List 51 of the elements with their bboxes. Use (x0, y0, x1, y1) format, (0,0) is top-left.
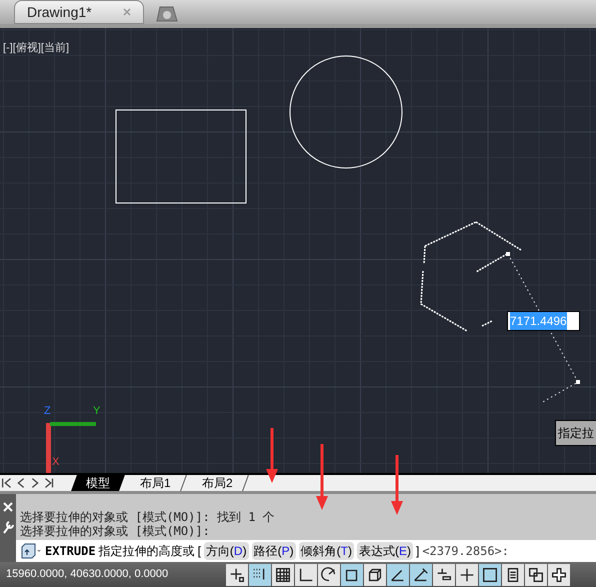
command-option[interactable]: 路径(P) (252, 542, 296, 560)
polar-icon (320, 566, 338, 584)
coordinates: 15960.0000, 40630.0000, 0.0000 (5, 567, 170, 582)
annotation-arrow (266, 428, 278, 483)
status-toggle[interactable] (272, 564, 294, 586)
status-toggle[interactable] (410, 564, 432, 586)
status-toggle[interactable] (502, 564, 524, 586)
status-toggle[interactable] (364, 564, 386, 586)
grip-point (576, 380, 580, 384)
command-option[interactable]: 倾斜角(T) (298, 542, 354, 560)
status-toggle[interactable] (295, 564, 317, 586)
new-tab-icon[interactable] (156, 6, 178, 22)
command-option[interactable]: 方向(D) (204, 542, 249, 560)
layout-tab[interactable]: 模型 (71, 475, 125, 491)
command-prompt: 指定拉伸的高度或 (98, 543, 195, 560)
status-toggle[interactable] (548, 564, 570, 586)
cube-icon[interactable] (20, 543, 42, 559)
command-history-line: 选择要拉伸的对象或 [模式(MO)]: 找到 1 个 (20, 510, 276, 524)
grip-point (506, 252, 510, 256)
wrench-icon[interactable] (2, 520, 14, 534)
bracket: [ (198, 543, 201, 560)
ucs-icon (46, 422, 96, 473)
status-toggle[interactable] (226, 564, 248, 586)
status-toggle[interactable] (341, 564, 363, 586)
command-option[interactable]: 表达式(E) (356, 542, 413, 560)
bracket: ] (416, 543, 420, 560)
status-toggle[interactable] (479, 564, 501, 586)
ucs-y-label: Y (93, 405, 100, 417)
status-toggle[interactable] (387, 564, 409, 586)
viewport-controls[interactable]: [-][俯视][当前] (3, 40, 69, 56)
command-name: EXTRUDE (45, 543, 96, 560)
annotation-arrow (316, 444, 328, 510)
grid-snap-icon (228, 566, 246, 584)
plus-icon (550, 566, 568, 584)
annotation-arrow (391, 455, 403, 515)
overlap-icon (527, 566, 545, 584)
status-toggle[interactable] (318, 564, 340, 586)
ucs-x-label: X (52, 456, 60, 468)
angle-icon (297, 566, 315, 584)
ucs-axes-icon (412, 566, 430, 584)
command-history-line: 选择要拉伸的对象或 [模式(MO)]: (20, 524, 211, 538)
document-tab[interactable]: Drawing1* (14, 0, 144, 24)
tooltip: 指定拉 (555, 420, 596, 446)
default-value: <2379.2856>: (422, 543, 510, 560)
status-toggle[interactable] (525, 564, 547, 586)
ucs-z-label: Z (44, 405, 51, 417)
grid-icon (274, 566, 292, 584)
plus-icon (458, 566, 476, 584)
status-toggle[interactable] (249, 564, 271, 586)
status-toggle[interactable] (456, 564, 478, 586)
status-toggle[interactable] (433, 564, 455, 586)
